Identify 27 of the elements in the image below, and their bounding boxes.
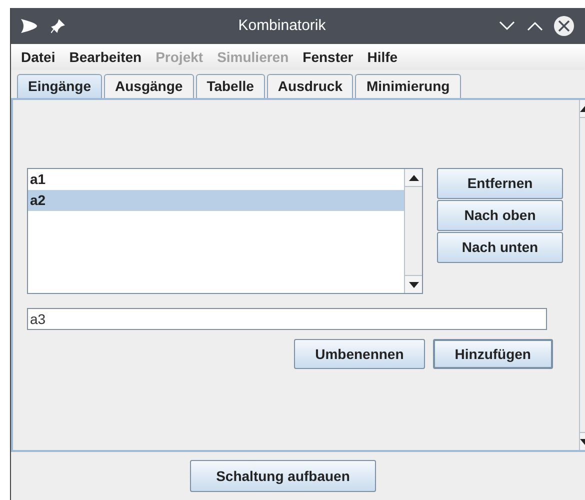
name-field[interactable]: a3 xyxy=(27,308,547,330)
build-circuit-button[interactable]: Schaltung aufbauen xyxy=(190,460,376,492)
menu-item[interactable]: Hilfe xyxy=(367,46,398,68)
side-button[interactable]: Nach oben xyxy=(437,200,563,231)
tab[interactable]: Ausgänge xyxy=(104,74,194,98)
maximize-icon[interactable] xyxy=(527,21,543,31)
tab[interactable]: Tabelle xyxy=(196,74,265,98)
scrollbar[interactable] xyxy=(404,169,422,293)
close-icon[interactable] xyxy=(553,15,575,37)
menu-item[interactable]: Datei xyxy=(21,46,56,68)
side-button[interactable]: Entfernen xyxy=(437,168,563,199)
window-title: Kombinatorik xyxy=(237,16,327,36)
tab[interactable]: Eingänge xyxy=(17,74,102,98)
down-arrow-icon xyxy=(408,282,418,288)
tab[interactable]: Ausdruck xyxy=(266,74,354,98)
minimize-icon[interactable] xyxy=(499,21,515,31)
menu-item[interactable]: Bearbeiten xyxy=(69,46,142,68)
list-item[interactable]: a1 xyxy=(28,169,404,190)
action-button[interactable]: Hinzufügen xyxy=(432,339,553,369)
tab[interactable]: Minimierung xyxy=(355,74,461,98)
list-item[interactable]: a2 xyxy=(28,190,404,211)
menu-item[interactable]: Fenster xyxy=(302,46,354,68)
pin-icon[interactable] xyxy=(51,19,65,33)
up-arrow-icon xyxy=(408,174,418,180)
action-button[interactable]: Umbenennen xyxy=(294,339,425,369)
side-button[interactable]: Nach unten xyxy=(437,232,563,263)
app-logo-icon xyxy=(21,19,37,33)
